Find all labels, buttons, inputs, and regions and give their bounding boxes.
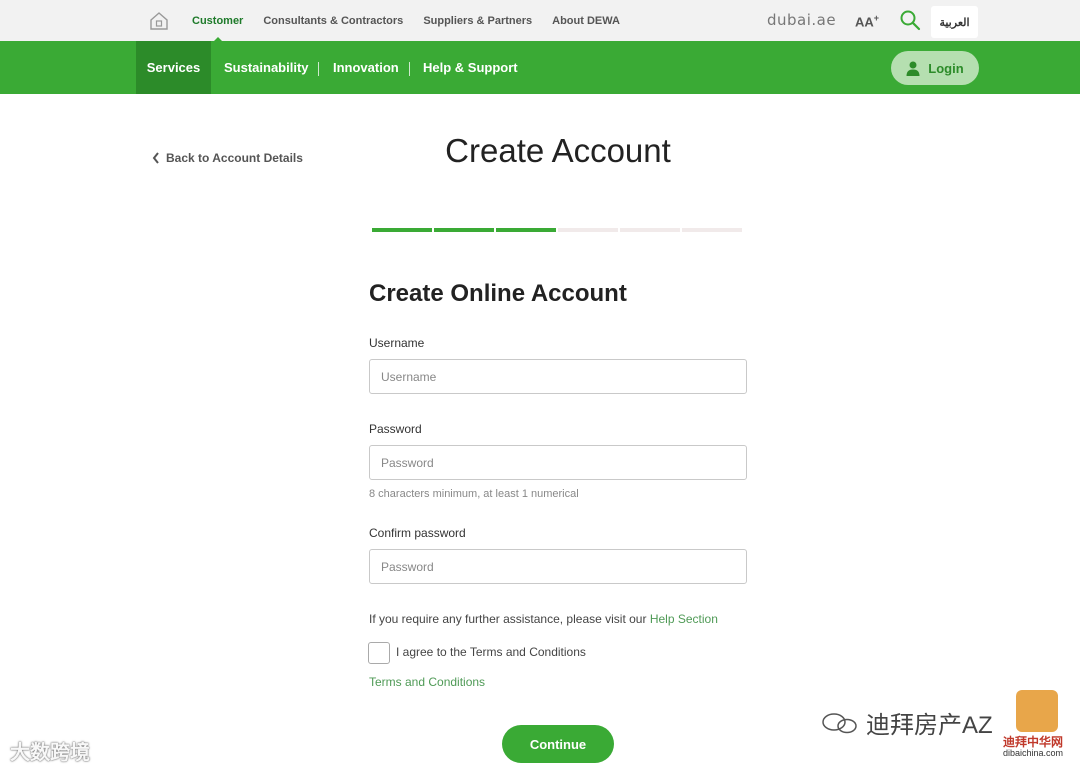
- progress-steps: [372, 228, 742, 232]
- top-link-about[interactable]: About DEWA: [552, 15, 620, 27]
- password-hint: 8 characters minimum, at least 1 numeric…: [369, 488, 579, 500]
- page-title: Create Account: [445, 132, 671, 169]
- username-label: Username: [369, 336, 425, 350]
- assistance-message: If you require any further assistance, p…: [369, 612, 647, 626]
- top-links: Customer Consultants & Contractors Suppl…: [192, 0, 620, 42]
- watermark-domain: dibaichina.com: [1003, 748, 1064, 758]
- top-link-suppliers[interactable]: Suppliers & Partners: [423, 15, 532, 27]
- form-title: Create Online Account: [369, 280, 627, 307]
- progress-step: [620, 228, 680, 232]
- continue-button[interactable]: Continue: [502, 725, 614, 763]
- top-link-consultants[interactable]: Consultants & Contractors: [263, 15, 403, 27]
- back-to-account-details-link[interactable]: Back to Account Details: [152, 151, 303, 165]
- home-icon[interactable]: [149, 11, 169, 31]
- arabic-language-button[interactable]: العربية: [931, 6, 978, 38]
- user-icon: [906, 61, 920, 76]
- progress-step: [558, 228, 618, 232]
- watermark-right: 迪拜房产AZ: [820, 705, 993, 740]
- progress-step: [372, 228, 432, 232]
- help-section-link[interactable]: Help Section: [650, 612, 718, 626]
- progress-step: [496, 228, 556, 232]
- back-label: Back to Account Details: [166, 151, 303, 165]
- nav-sustainability[interactable]: Sustainability: [224, 41, 309, 94]
- top-link-customer[interactable]: Customer: [192, 15, 243, 42]
- watermark-left: 大数跨境: [10, 742, 90, 764]
- password-label: Password: [369, 422, 422, 436]
- top-utility-bar: Customer Consultants & Contractors Suppl…: [0, 0, 1080, 42]
- username-input[interactable]: [369, 359, 747, 394]
- nav-services[interactable]: Services: [136, 41, 211, 94]
- nav-separator: [318, 62, 319, 76]
- search-icon[interactable]: [899, 9, 921, 31]
- watermark-right-text: 迪拜房产AZ: [866, 712, 993, 739]
- login-button[interactable]: Login: [891, 51, 979, 85]
- font-size-button[interactable]: AA+: [855, 13, 879, 29]
- wechat-icon: [822, 712, 857, 733]
- terms-checkbox[interactable]: [368, 642, 390, 664]
- confirm-password-label: Confirm password: [369, 526, 466, 540]
- progress-step: [682, 228, 742, 232]
- nav-innovation[interactable]: Innovation: [333, 41, 399, 94]
- font-size-plus: +: [873, 13, 880, 23]
- chevron-left-icon: [152, 152, 159, 164]
- font-size-label: AA: [855, 14, 874, 30]
- nav-separator: [409, 62, 410, 76]
- watermark-badge: [1016, 690, 1058, 732]
- dubai-ae-logo[interactable]: dubai.ae: [767, 11, 836, 29]
- confirm-password-input[interactable]: [369, 549, 747, 584]
- login-label: Login: [928, 60, 964, 76]
- terms-and-conditions-link[interactable]: Terms and Conditions: [369, 675, 485, 689]
- assistance-text: If you require any further assistance, p…: [369, 612, 718, 626]
- main-navigation: Services Sustainability Innovation Help …: [0, 41, 1080, 94]
- terms-agree-label[interactable]: I agree to the Terms and Conditions: [396, 645, 586, 659]
- nav-help-support[interactable]: Help & Support: [423, 41, 518, 94]
- password-input[interactable]: [369, 445, 747, 480]
- progress-step: [434, 228, 494, 232]
